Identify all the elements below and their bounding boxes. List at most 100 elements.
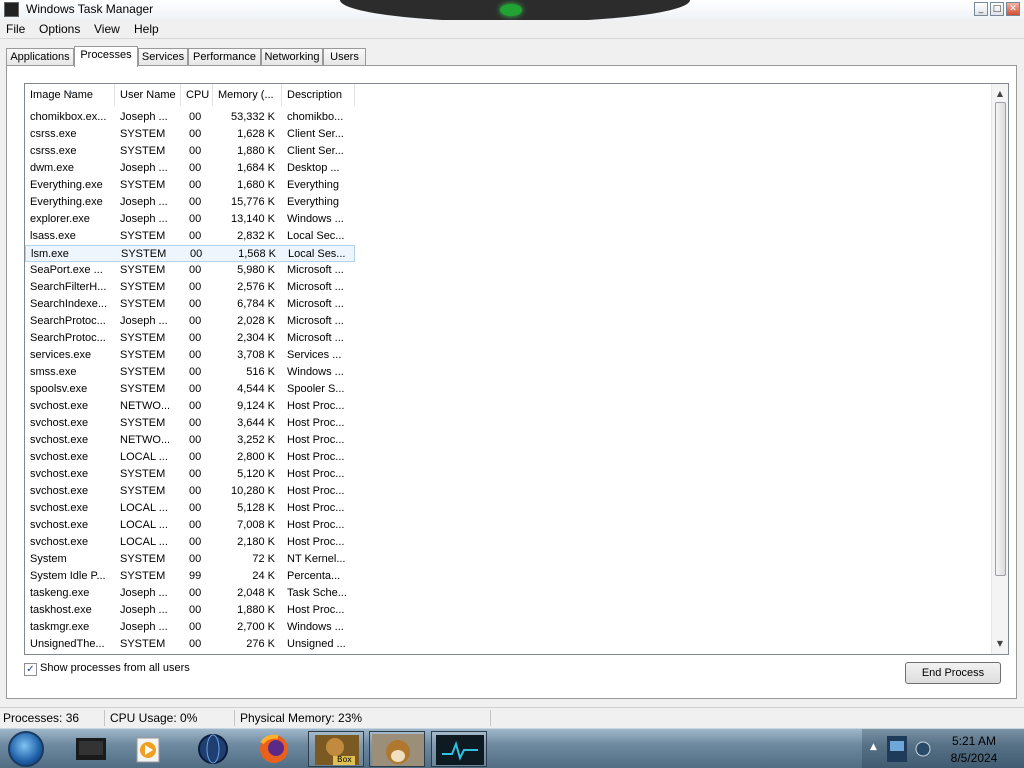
- cell-cpu: 00: [189, 587, 202, 599]
- firefox-icon[interactable]: [246, 731, 302, 767]
- cell-memory: 5,980 K: [237, 264, 275, 276]
- cell-description: Host Proc...: [287, 485, 345, 497]
- globe-icon[interactable]: [186, 731, 242, 767]
- clock-time[interactable]: 5:21 AM: [946, 734, 1002, 748]
- cell-image-name: SearchIndexe...: [30, 298, 108, 310]
- column-description[interactable]: Description: [282, 84, 355, 106]
- table-row[interactable]: UnsignedThe... SYSTEM 00 276 K Unsigned ...: [25, 636, 355, 653]
- cell-user-name: NETWO...: [120, 434, 171, 446]
- table-row[interactable]: csrss.exe SYSTEM 00 1,628 K Client Ser...: [25, 126, 355, 143]
- cell-memory: 15,776 K: [230, 196, 275, 208]
- table-row[interactable]: explorer.exe Joseph ... 00 13,140 K Windows …: [25, 211, 355, 228]
- show-hidden-icons-icon[interactable]: ▲: [870, 742, 877, 752]
- table-row[interactable]: taskmgr.exe Joseph ... 00 2,700 K Windows ..…: [25, 619, 355, 636]
- task-manager-icon[interactable]: [431, 731, 487, 767]
- cell-memory: 2,304 K: [237, 332, 275, 344]
- table-row[interactable]: smss.exe SYSTEM 00 516 K Windows ...: [25, 364, 355, 381]
- volume-icon[interactable]: [914, 739, 932, 759]
- table-row[interactable]: csrss.exe SYSTEM 00 1,880 K Client Ser...: [25, 143, 355, 160]
- cell-user-name: SYSTEM: [120, 179, 166, 191]
- table-row[interactable]: svchost.exe NETWO... 00 9,124 K Host Proc...: [25, 398, 355, 415]
- cell-description: Client Ser...: [287, 145, 344, 157]
- table-row[interactable]: SearchProtoc... Joseph ... 00 2,028 K Micros…: [25, 313, 355, 330]
- tab-applications[interactable]: Applications: [6, 48, 74, 66]
- cell-description: Unsigned ...: [287, 638, 346, 650]
- table-row[interactable]: SearchIndexe... SYSTEM 00 6,784 K Microsoft …: [25, 296, 355, 313]
- table-row[interactable]: svchost.exe SYSTEM 00 3,644 K Host Proc...: [25, 415, 355, 432]
- chomikbox-icon[interactable]: Box: [308, 731, 364, 767]
- cell-memory: 2,800 K: [237, 451, 275, 463]
- cell-image-name: taskmgr.exe: [30, 621, 90, 633]
- table-row[interactable]: svchost.exe LOCAL ... 00 7,008 K Host Proc..…: [25, 517, 355, 534]
- checkbox-check-icon[interactable]: ✓: [24, 663, 37, 676]
- menu-view[interactable]: View: [94, 22, 120, 36]
- cell-user-name: Joseph ...: [120, 315, 168, 327]
- cell-user-name: SYSTEM: [120, 332, 166, 344]
- table-row[interactable]: taskeng.exe Joseph ... 00 2,048 K Task Sche.…: [25, 585, 355, 602]
- vertical-scrollbar[interactable]: ▲ ▼: [991, 84, 1008, 654]
- menu-bar: File Options View Help: [0, 20, 1024, 39]
- table-row[interactable]: chomikbox.ex... Joseph ... 00 53,332 K chomi…: [25, 109, 355, 126]
- cell-image-name: lsass.exe: [30, 230, 76, 242]
- table-row[interactable]: svchost.exe LOCAL ... 00 2,180 K Host Proc..…: [25, 534, 355, 551]
- table-row[interactable]: svchost.exe SYSTEM 00 5,120 K Host Proc...: [25, 466, 355, 483]
- table-row[interactable]: svchost.exe LOCAL ... 00 2,800 K Host Proc..…: [25, 449, 355, 466]
- table-row[interactable]: svchost.exe LOCAL ... 00 5,128 K Host Proc..…: [25, 500, 355, 517]
- tab-services[interactable]: Services: [138, 48, 188, 66]
- status-divider: [490, 710, 491, 726]
- table-row[interactable]: SearchFilterH... SYSTEM 00 2,576 K Microsoft…: [25, 279, 355, 296]
- table-row[interactable]: dwm.exe Joseph ... 00 1,684 K Desktop ...: [25, 160, 355, 177]
- cell-cpu: 00: [189, 536, 202, 548]
- table-row[interactable]: svchost.exe SYSTEM 00 10,280 K Host Proc...: [25, 483, 355, 500]
- menu-options[interactable]: Options: [39, 22, 80, 36]
- table-row[interactable]: services.exe SYSTEM 00 3,708 K Services ...: [25, 347, 355, 364]
- column-user-name[interactable]: User Name: [115, 84, 181, 106]
- cell-cpu: 00: [189, 298, 202, 310]
- title-bar[interactable]: Windows Task Manager _ □ ✕: [0, 0, 1024, 22]
- maximize-button[interactable]: □: [990, 2, 1004, 16]
- cell-user-name: SYSTEM: [120, 128, 166, 140]
- tab-networking[interactable]: Networking: [261, 48, 323, 66]
- table-row[interactable]: lsm.exe SYSTEM 00 1,568 K Local Ses...: [25, 245, 355, 262]
- cell-cpu: 00: [189, 485, 202, 497]
- tab-performance[interactable]: Performance: [188, 48, 261, 66]
- terminal-icon[interactable]: [66, 731, 122, 767]
- column-cpu[interactable]: CPU: [181, 84, 213, 106]
- table-row[interactable]: System Idle P... SYSTEM 99 24 K Percenta...: [25, 568, 355, 585]
- cell-image-name: taskhost.exe: [30, 604, 92, 616]
- tab-users[interactable]: Users: [323, 48, 366, 66]
- end-process-button[interactable]: End Process: [905, 662, 1001, 684]
- table-row[interactable]: SeaPort.exe ... SYSTEM 00 5,980 K Microsoft …: [25, 262, 355, 279]
- table-row[interactable]: System SYSTEM 00 72 K NT Kernel...: [25, 551, 355, 568]
- table-row[interactable]: Everything.exe Joseph ... 00 15,776 K Everyt…: [25, 194, 355, 211]
- scrollbar-thumb[interactable]: [995, 102, 1006, 576]
- menu-file[interactable]: File: [6, 22, 25, 36]
- cell-cpu: 00: [189, 196, 202, 208]
- scroll-down-arrow-icon[interactable]: ▼: [994, 637, 1006, 651]
- start-orb-icon[interactable]: [8, 731, 44, 767]
- cell-memory: 276 K: [246, 638, 275, 650]
- table-row[interactable]: spoolsv.exe SYSTEM 00 4,544 K Spooler S...: [25, 381, 355, 398]
- process-list[interactable]: Image Name ▲ User Name CPU Memory (... De…: [24, 83, 1009, 655]
- column-image-name[interactable]: Image Name ▲: [25, 84, 115, 106]
- scroll-up-arrow-icon[interactable]: ▲: [994, 87, 1006, 101]
- close-button[interactable]: ✕: [1006, 2, 1020, 16]
- cell-user-name: SYSTEM: [120, 281, 166, 293]
- status-processes: Processes: 36: [3, 711, 80, 725]
- chomikbox-box-label: Box: [337, 755, 352, 764]
- cell-image-name: UnsignedThe...: [30, 638, 105, 650]
- table-row[interactable]: taskhost.exe Joseph ... 00 1,880 K Host Proc…: [25, 602, 355, 619]
- clock-date[interactable]: 8/5/2024: [946, 751, 1002, 765]
- table-row[interactable]: svchost.exe NETWO... 00 3,252 K Host Proc...: [25, 432, 355, 449]
- hamster-icon[interactable]: [369, 731, 425, 767]
- table-row[interactable]: Everything.exe SYSTEM 00 1,680 K Everything: [25, 177, 355, 194]
- cell-image-name: csrss.exe: [30, 145, 77, 157]
- column-memory[interactable]: Memory (...: [213, 84, 282, 106]
- minimize-button[interactable]: _: [974, 2, 988, 16]
- table-row[interactable]: lsass.exe SYSTEM 00 2,832 K Local Sec...: [25, 228, 355, 245]
- media-player-icon[interactable]: [124, 731, 180, 767]
- network-icon[interactable]: [886, 735, 912, 763]
- menu-help[interactable]: Help: [134, 22, 159, 36]
- table-row[interactable]: SearchProtoc... SYSTEM 00 2,304 K Microsoft …: [25, 330, 355, 347]
- tab-processes[interactable]: Processes: [74, 46, 138, 67]
